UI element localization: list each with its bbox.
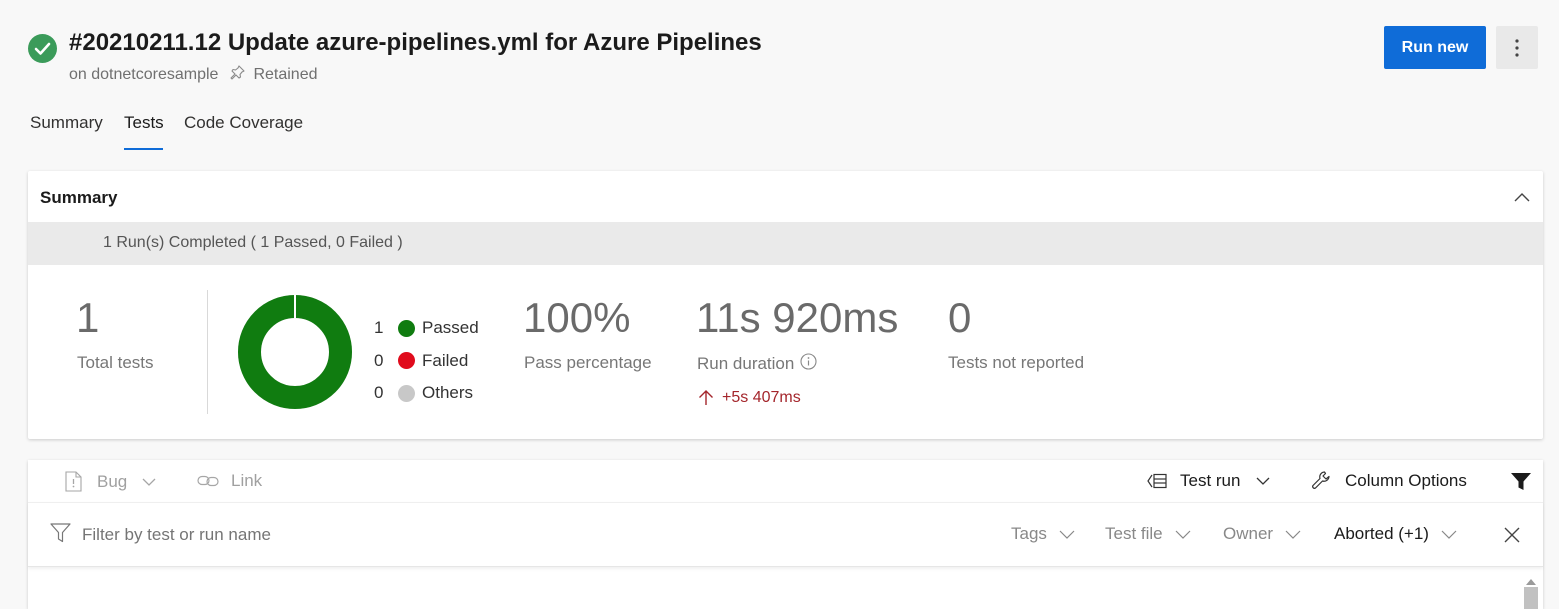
chevron-down-icon: [1285, 530, 1301, 539]
retained-label: Retained: [253, 66, 318, 83]
tests-not-reported-label: Tests not reported: [948, 353, 1085, 372]
total-tests-value: 1: [76, 294, 100, 341]
bug-doc-icon: [65, 471, 82, 492]
passed-dot-icon: [398, 319, 415, 337]
chevron-down-icon: [1441, 530, 1457, 539]
owner-filter-dropdown[interactable]: Owner: [1223, 524, 1301, 544]
test-results-panel: Bug Link Test run Column Options Tags Te…: [28, 460, 1543, 609]
success-status-icon: [28, 34, 57, 63]
test-name-filter-input[interactable]: [80, 519, 504, 551]
pass-percentage-value: 100%: [523, 294, 631, 341]
outcome-legend: 1 Passed 0 Failed 0 Others: [374, 312, 479, 409]
summary-card-title: Summary: [40, 188, 118, 207]
group-list-icon: [1147, 473, 1167, 489]
chevron-down-icon: [1175, 530, 1191, 539]
vertical-divider: [207, 290, 208, 414]
total-tests-label: Total tests: [77, 353, 154, 372]
arrow-up-icon: [699, 390, 713, 405]
pipeline-run-title: #20210211.12 Update azure-pipelines.yml …: [69, 29, 762, 56]
repo-link[interactable]: on dotnetcoresample: [69, 66, 218, 84]
close-icon: [1504, 527, 1520, 543]
selected-tab-indicator: [124, 148, 163, 150]
chevron-down-icon: [1257, 477, 1270, 485]
legend-failed: 0 Failed: [374, 350, 469, 370]
tab-tests[interactable]: Tests: [124, 113, 164, 133]
filter-toggle-button[interactable]: [1510, 472, 1532, 496]
column-options-button[interactable]: Column Options: [1311, 470, 1467, 491]
test-run-grouping-dropdown[interactable]: Test run: [1147, 471, 1270, 491]
duration-delta: +5s 407ms: [697, 389, 801, 407]
chevron-down-icon: [1059, 530, 1075, 539]
test-file-filter-dropdown[interactable]: Test file: [1105, 524, 1191, 544]
run-subtitle: on dotnetcoresample Retained: [69, 65, 317, 85]
filter-bar: Tags Test file Owner Aborted (+1): [28, 502, 1543, 567]
tab-summary[interactable]: Summary: [30, 113, 103, 133]
tags-filter-dropdown[interactable]: Tags: [1011, 524, 1075, 544]
summary-card: Summary 1 Run(s) Completed ( 1 Passed, 0…: [28, 171, 1543, 439]
link-button[interactable]: Link: [197, 471, 262, 491]
tests-not-reported-value: 0: [948, 294, 972, 341]
run-completion-banner: 1 Run(s) Completed ( 1 Passed, 0 Failed …: [28, 222, 1543, 265]
run-duration-label-row: Run duration: [697, 353, 817, 375]
more-actions-button[interactable]: [1496, 26, 1538, 69]
pin-icon: [230, 65, 245, 85]
run-new-button[interactable]: Run new: [1384, 26, 1486, 69]
others-dot-icon: [398, 384, 415, 402]
legend-others: 0 Others: [374, 383, 474, 402]
donut-passed-segment: [238, 295, 352, 409]
failed-dot-icon: [398, 352, 415, 369]
chevron-down-icon: [142, 478, 156, 486]
run-duration-value: 11s 920ms: [696, 294, 899, 341]
outcome-filter-dropdown[interactable]: Aborted (+1): [1334, 524, 1457, 544]
chevron-up-icon[interactable]: [1514, 189, 1530, 207]
filter-funnel-icon: [50, 523, 71, 548]
bug-button[interactable]: Bug: [64, 471, 156, 492]
run-completion-text: 1 Run(s) Completed ( 1 Passed, 0 Failed …: [103, 234, 403, 251]
pass-percentage-label: Pass percentage: [524, 353, 652, 372]
outcome-donut-chart: [238, 295, 352, 409]
info-icon[interactable]: [800, 353, 817, 375]
clear-filters-button[interactable]: [1504, 527, 1520, 548]
wrench-icon: [1312, 471, 1330, 489]
tab-code-coverage[interactable]: Code Coverage: [184, 113, 303, 133]
more-vertical-icon: [1515, 38, 1519, 57]
scrollbar-thumb[interactable]: [1524, 587, 1538, 609]
link-icon: [197, 475, 219, 487]
legend-passed: 1 Passed: [374, 318, 479, 337]
filter-funnel-solid-icon: [1511, 473, 1531, 490]
